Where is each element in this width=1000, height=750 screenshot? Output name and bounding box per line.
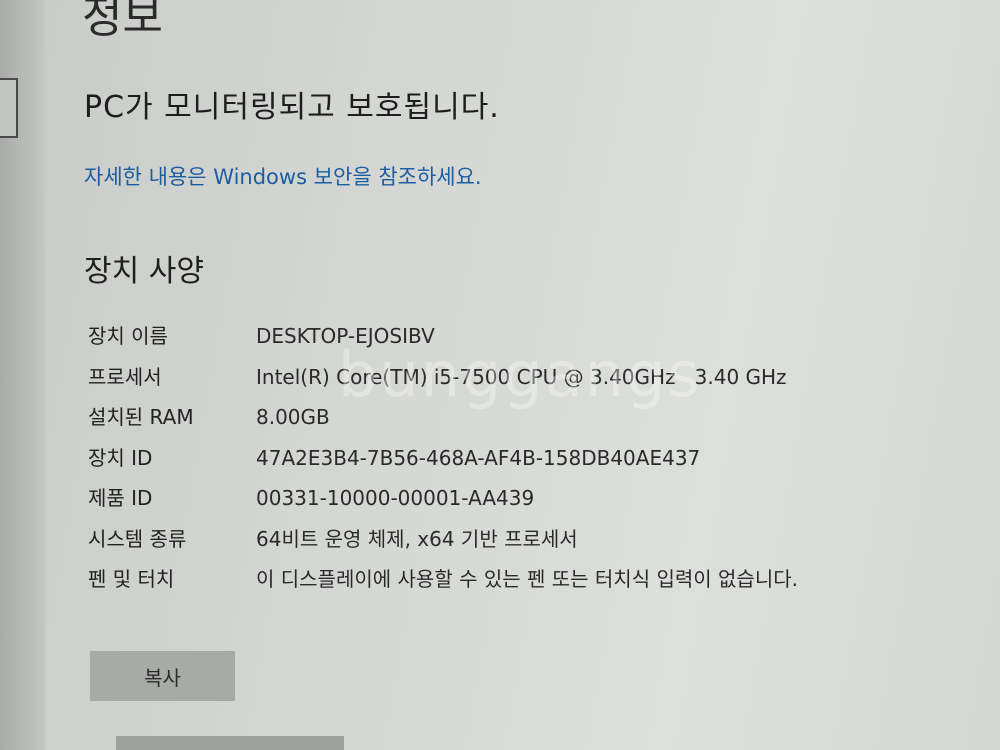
spec-row-system-type: 시스템 종류 64비트 운영 체제, x64 기반 프로세서	[88, 525, 848, 566]
security-status-heading: PC가 모니터링되고 보호됩니다.	[84, 90, 500, 125]
copy-button[interactable]: 복사	[90, 651, 235, 701]
spec-row-product-id: 제품 ID 00331-10000-00001-AA439	[88, 484, 848, 525]
spec-value: 47A2E3B4-7B56-468A-AF4B-158DB40AE437	[256, 445, 701, 470]
spec-row-pen-touch: 펜 및 터치 이 디스플레이에 사용할 수 있는 펜 또는 터치식 입력이 없습…	[88, 565, 848, 594]
spec-value: 8.00GB	[256, 405, 330, 429]
device-specs-list: 장치 이름 DESKTOP-EJOSIBV 프로세서 Intel(R) Core…	[88, 322, 848, 594]
spec-label: 설치된 RAM	[88, 405, 194, 429]
spec-label: 장치 ID	[88, 445, 153, 470]
spec-row-installed-ram: 설치된 RAM 8.00GB	[88, 403, 848, 444]
spec-label: 시스템 종류	[88, 526, 187, 551]
spec-value: 64비트 운영 체제, x64 기반 프로세서	[256, 526, 578, 551]
about-page: 정보 PC가 모니터링되고 보호됩니다. 자세한 내용은 Windows 보안을…	[0, 0, 1000, 750]
spec-row-device-name: 장치 이름 DESKTOP-EJOSIBV	[88, 322, 848, 363]
device-specs-heading: 장치 사양	[84, 254, 204, 289]
spec-label: 프로세서	[88, 364, 162, 389]
spec-value: Intel(R) Core(TM) i5-7500 CPU @ 3.40GHz …	[256, 364, 787, 389]
spec-label: 제품 ID	[88, 486, 153, 510]
windows-security-link[interactable]: 자세한 내용은 Windows 보안을 참조하세요.	[84, 161, 482, 191]
spec-label: 장치 이름	[88, 324, 168, 348]
spec-value: 이 디스플레이에 사용할 수 있는 펜 또는 터치식 입력이 없습니다.	[256, 567, 798, 591]
spec-row-processor: 프로세서 Intel(R) Core(TM) i5-7500 CPU @ 3.4…	[88, 363, 848, 404]
page-title: 정보	[82, 0, 163, 43]
spec-value: 00331-10000-00001-AA439	[256, 486, 535, 510]
spec-value: DESKTOP-EJOSIBV	[256, 324, 435, 348]
spec-label: 펜 및 터치	[88, 567, 175, 591]
spec-row-device-id: 장치 ID 47A2E3B4-7B56-468A-AF4B-158DB40AE4…	[88, 444, 848, 485]
rename-pc-button-partial[interactable]	[116, 736, 344, 750]
